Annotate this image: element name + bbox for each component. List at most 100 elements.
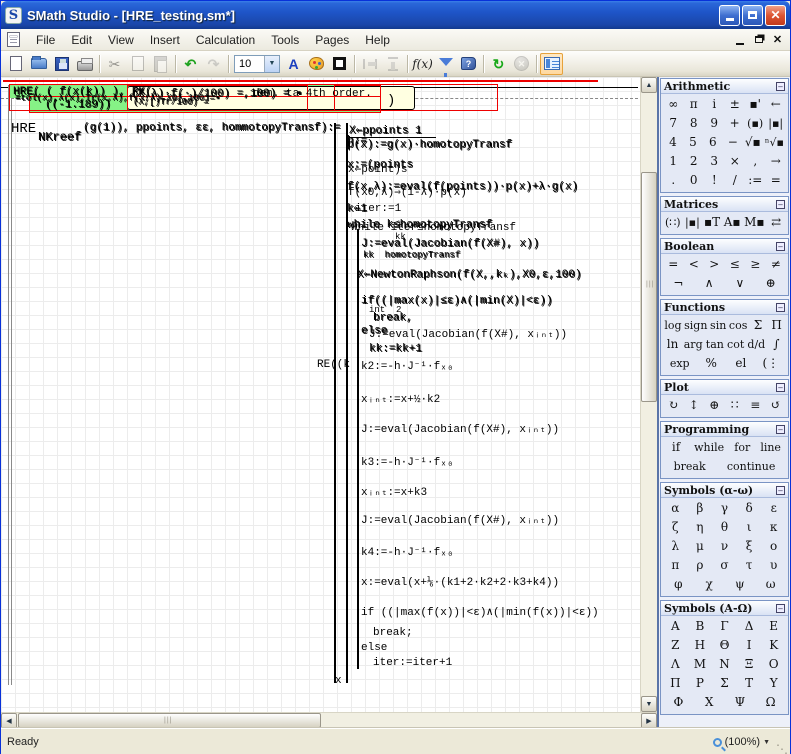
palette-button[interactable]: ⊕ <box>706 397 722 414</box>
palette-button[interactable]: ξ <box>741 538 757 555</box>
palette-button[interactable]: → <box>768 153 784 170</box>
palette-button[interactable]: Χ <box>701 694 717 711</box>
palette-button[interactable]: > <box>706 256 722 273</box>
save-button[interactable] <box>50 53 73 75</box>
palette-button[interactable]: Φ <box>670 694 686 711</box>
mdi-close-button[interactable]: ✕ <box>769 32 786 48</box>
math-region[interactable]: J:=eval(Jacobian(f(X#), xᵢₙₜ)) <box>361 513 559 527</box>
palette-button[interactable]: ∞ <box>665 96 681 113</box>
palette-button[interactable]: ↻ <box>665 397 681 414</box>
palette-button[interactable]: ▪T <box>704 214 720 231</box>
math-region[interactable]: if ((|max(f(x))|<ε)∧(|min(f(x))|<ε)) <box>361 605 599 619</box>
palette-button[interactable]: ∷ <box>727 397 743 414</box>
chevron-down-icon[interactable]: ▼ <box>763 739 770 746</box>
palette-button[interactable]: 5 <box>685 134 701 151</box>
palette-button[interactable]: √▪ <box>745 134 761 151</box>
palette-button[interactable]: μ <box>692 538 708 555</box>
palette-button[interactable]: Μ <box>692 656 708 673</box>
filter-button[interactable] <box>434 53 457 75</box>
collapse-button[interactable]: – <box>776 303 785 312</box>
palette-button[interactable]: line <box>760 439 781 456</box>
palette-button[interactable]: ↕ <box>686 397 702 414</box>
palette-button[interactable]: π <box>686 96 702 113</box>
palette-button[interactable]: + <box>727 115 743 132</box>
palette-button[interactable]: := <box>747 172 763 189</box>
palette-button[interactable]: η <box>692 519 708 536</box>
palette-button[interactable]: ¬ <box>670 275 686 292</box>
math-region[interactable]: (g(1)), ppoints, εε, hommotopyTransf):= <box>83 122 340 134</box>
math-region[interactable]: while iter≤homotopyTransf <box>351 222 516 234</box>
resize-grip[interactable] <box>776 741 788 753</box>
palette-button[interactable]: 9 <box>706 115 722 132</box>
new-button[interactable] <box>4 53 27 75</box>
palette-button[interactable]: (⋮ <box>762 355 779 372</box>
palette-button[interactable]: Λ <box>667 656 683 673</box>
menu-help[interactable]: Help <box>357 30 398 50</box>
palette-button[interactable]: 6 <box>705 134 721 151</box>
menu-insert[interactable]: Insert <box>142 30 188 50</box>
palette-button[interactable]: M▪ <box>744 214 764 231</box>
palette-button[interactable]: Π <box>667 675 683 692</box>
palette-button[interactable]: , <box>747 153 763 170</box>
minimize-button[interactable] <box>719 5 740 26</box>
math-region[interactable]: x:=eval(x+⅙·(k1+2·k2+2·k3+k4)) <box>361 575 559 589</box>
palette-button[interactable]: ! <box>706 172 722 189</box>
palette-button[interactable]: Θ <box>716 637 732 654</box>
palette-button[interactable]: ⇄ <box>768 214 784 231</box>
palette-button[interactable]: if <box>668 439 684 456</box>
scroll-down-button[interactable]: ▼ <box>641 696 657 712</box>
palette-button[interactable]: i <box>706 96 722 113</box>
palette-button[interactable]: d∕d <box>747 336 765 353</box>
math-region[interactable]: f(x0,λ)⇒(1-λ)·p(x) <box>348 185 467 199</box>
palette-button[interactable]: ← <box>768 96 784 113</box>
math-region[interactable]: J:=eval(Jacobian(f(X#), xᵢₙₜ)) <box>361 422 559 436</box>
palette-button[interactable]: A▪ <box>724 214 741 231</box>
palette-button[interactable]: − <box>725 134 741 151</box>
scroll-left-button[interactable]: ◀ <box>1 713 17 729</box>
font-size-combo[interactable]: 10▼ <box>234 55 280 73</box>
palette-button[interactable]: ι <box>741 519 757 536</box>
palette-button[interactable]: Β <box>692 618 708 635</box>
horizontal-scroll-thumb[interactable]: ||| <box>18 713 321 728</box>
reference-book-button[interactable]: ? <box>457 53 480 75</box>
background-color-button[interactable] <box>305 53 328 75</box>
palette-button[interactable]: < <box>686 256 702 273</box>
palette-button[interactable]: 4 <box>665 134 681 151</box>
math-region[interactable]: (X,[)Tr/100) = <box>133 97 209 107</box>
menu-view[interactable]: View <box>100 30 142 50</box>
palette-button[interactable]: υ <box>766 557 782 574</box>
palette-button[interactable]: δ <box>741 500 757 517</box>
palette-button[interactable]: ψ <box>732 576 748 593</box>
palette-button[interactable]: arg <box>684 336 703 353</box>
palette-button[interactable]: Ε <box>766 618 782 635</box>
math-region[interactable]: k3:=-h·J⁻¹·fₓ₀ <box>361 455 453 469</box>
math-region[interactable]: HRE <box>11 121 36 137</box>
palette-button[interactable]: Ξ <box>741 656 757 673</box>
math-region[interactable]: k4:=-h·J⁻¹·fₓ₀ <box>361 545 453 559</box>
scroll-up-button[interactable]: ▲ <box>641 77 657 93</box>
palette-button[interactable]: Υ <box>766 675 782 692</box>
print-button[interactable] <box>73 53 96 75</box>
collapse-button[interactable]: – <box>776 242 785 251</box>
palette-button[interactable]: 0 <box>686 172 702 189</box>
palette-button[interactable]: ≡ <box>747 397 763 414</box>
math-region[interactable]: break; <box>373 627 413 639</box>
palette-button[interactable]: ≠ <box>768 256 784 273</box>
palette-button[interactable]: % <box>703 355 719 372</box>
open-button[interactable] <box>27 53 50 75</box>
palette-button[interactable]: ν <box>716 538 732 555</box>
palette-button[interactable]: |▪| <box>768 115 784 132</box>
collapse-button[interactable]: – <box>776 200 785 209</box>
palette-button[interactable]: 7 <box>665 115 681 132</box>
math-region[interactable]: iter:=iter+1 <box>373 657 452 669</box>
palette-button[interactable]: Δ <box>741 618 757 635</box>
palette-button[interactable]: while <box>694 439 724 456</box>
border-button[interactable] <box>328 53 351 75</box>
menu-file[interactable]: File <box>28 30 63 50</box>
vertical-scrollbar[interactable]: ▲ ||| ▼ <box>640 77 657 712</box>
math-region[interactable]: xᵢₙₜ:=x+½·k2 <box>361 392 440 406</box>
palette-button[interactable]: π <box>667 557 683 574</box>
palette-button[interactable]: Ι <box>741 637 757 654</box>
palette-button[interactable]: cot <box>727 336 744 353</box>
math-region[interactable]: k2:=-h·J⁻¹·fₓ₀ <box>361 359 453 373</box>
